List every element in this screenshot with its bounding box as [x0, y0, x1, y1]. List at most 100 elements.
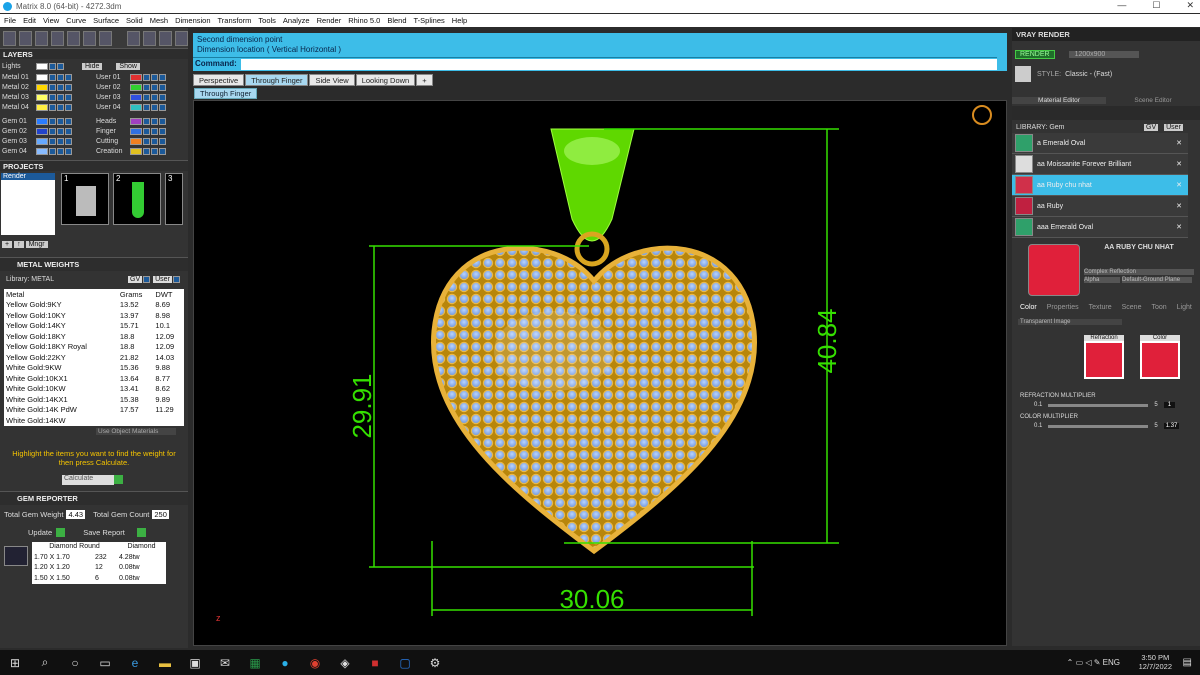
table-row[interactable]: White Gold:10KW 13.41 8.62: [4, 384, 184, 395]
store-icon[interactable]: ▣: [180, 656, 210, 670]
refraction-swatch[interactable]: [1084, 341, 1124, 379]
menu-item[interactable]: Help: [452, 16, 467, 25]
gv-lib-button[interactable]: GV: [1144, 124, 1159, 131]
layer-row[interactable]: Metal 03: [0, 92, 94, 102]
menu-item[interactable]: Solid: [126, 16, 143, 25]
table-row[interactable]: White Gold:10KX1 13.64 8.77: [4, 373, 184, 384]
col-slider[interactable]: [1048, 424, 1149, 428]
table-row[interactable]: White Gold:14KW: [4, 415, 184, 426]
eye-icon[interactable]: [151, 103, 158, 111]
menu-item[interactable]: Rhino 5.0: [348, 16, 380, 25]
table-row[interactable]: Yellow Gold:18KY 18.8 12.09: [4, 331, 184, 342]
select-icon[interactable]: [159, 103, 166, 111]
viewport-tab[interactable]: Looking Down: [355, 74, 416, 86]
property-tab[interactable]: Toon: [1151, 304, 1166, 311]
minimize-button[interactable]: —: [1117, 0, 1126, 11]
eye-icon[interactable]: [151, 147, 158, 155]
lock-icon[interactable]: [49, 73, 56, 81]
viewport-tab[interactable]: Side View: [309, 74, 355, 86]
select-icon[interactable]: [159, 137, 166, 145]
user-lib-button[interactable]: User: [1164, 124, 1183, 131]
lock-icon[interactable]: [49, 127, 56, 135]
table-row[interactable]: Yellow Gold:10KY 13.97 8.98: [4, 310, 184, 321]
project-thumbnail-1[interactable]: 1: [61, 173, 109, 225]
lock-icon[interactable]: [49, 137, 56, 145]
lock-icon[interactable]: [49, 93, 56, 101]
metal-table[interactable]: Metal Grams DWT Yellow Gold:9KY 13.52 8.69 Yel…: [4, 289, 184, 426]
update-button[interactable]: [56, 527, 66, 537]
lock-icon[interactable]: [143, 117, 150, 125]
close-button[interactable]: ✕: [1186, 0, 1194, 11]
save-report-button[interactable]: [136, 527, 146, 537]
subtab-through-finger[interactable]: Through Finger: [194, 88, 258, 99]
select-icon[interactable]: [65, 83, 72, 91]
tool-icon[interactable]: [143, 31, 156, 46]
property-tab[interactable]: Color: [1020, 304, 1037, 311]
render-button[interactable]: RENDER: [1015, 49, 1055, 59]
layer-color-swatch[interactable]: [36, 147, 48, 155]
eye-icon[interactable]: [151, 83, 158, 91]
remove-icon[interactable]: ✕: [1176, 181, 1182, 189]
viewport[interactable]: 40.84 29.91 30.06 z: [193, 100, 1007, 646]
layer-color-swatch[interactable]: [130, 83, 142, 91]
viewport-tab[interactable]: +: [416, 74, 433, 86]
menu-item[interactable]: Edit: [23, 16, 36, 25]
tool-icon[interactable]: [51, 31, 64, 46]
menu-item[interactable]: View: [43, 16, 59, 25]
menu-item[interactable]: Tools: [258, 16, 276, 25]
layer-row[interactable]: Finger: [94, 126, 188, 136]
table-row[interactable]: Yellow Gold:14KY 15.71 10.1: [4, 321, 184, 332]
tool-icon[interactable]: [67, 31, 80, 46]
complex-reflection[interactable]: Complex Reflection: [1084, 269, 1194, 275]
gv-button[interactable]: GV: [128, 276, 143, 283]
lock-icon[interactable]: [49, 62, 56, 70]
eye-icon[interactable]: [151, 73, 158, 81]
table-row[interactable]: 1.20 X 1.20 12 0.08tw: [32, 563, 166, 574]
hide-button[interactable]: Hide: [82, 62, 103, 70]
windows-start-icon[interactable]: ⊞: [0, 656, 30, 670]
table-row[interactable]: 1.50 X 1.50 6 0.08tw: [32, 573, 166, 584]
remove-icon[interactable]: ✕: [1176, 139, 1182, 147]
tab-scene-editor[interactable]: Scene Editor: [1106, 97, 1200, 104]
cortana-icon[interactable]: ○: [60, 656, 90, 670]
zalo-icon[interactable]: ▢: [390, 656, 420, 670]
menu-item[interactable]: Render: [317, 16, 342, 25]
layer-row[interactable]: Metal 01: [0, 72, 94, 82]
property-tab[interactable]: Properties: [1047, 304, 1079, 311]
settings-gear-icon[interactable]: ⚙: [420, 656, 450, 670]
project-thumbnail-2[interactable]: 2: [113, 173, 161, 225]
transparent-select[interactable]: Transparent Image: [1018, 319, 1122, 325]
select-icon[interactable]: [65, 147, 72, 155]
project-thumbnail-3[interactable]: 3: [165, 173, 183, 225]
layer-row[interactable]: Heads: [94, 116, 188, 126]
edge-icon[interactable]: e: [120, 656, 150, 670]
material-list[interactable]: a Emerald Oval ✕ aa Moissanite Forever Bri…: [1012, 133, 1188, 238]
layer-row[interactable]: Cutting: [94, 136, 188, 146]
user-toggle[interactable]: [172, 276, 180, 283]
menu-item[interactable]: Blend: [387, 16, 406, 25]
app-icon[interactable]: ◈: [330, 656, 360, 670]
lock-icon[interactable]: [143, 83, 150, 91]
eye-icon[interactable]: [57, 117, 64, 125]
select-icon[interactable]: [65, 127, 72, 135]
layer-row[interactable]: Gem 02: [0, 126, 94, 136]
layer-row[interactable]: Gem 03: [0, 136, 94, 146]
layer-color-swatch[interactable]: [130, 147, 142, 155]
viewport-tab[interactable]: Through Finger: [245, 74, 309, 86]
material-list-item[interactable]: aaa Emerald Oval ✕: [1012, 217, 1188, 238]
tab-material-editor[interactable]: Material Editor: [1012, 97, 1106, 104]
lock-icon[interactable]: [49, 83, 56, 91]
property-tab[interactable]: Texture: [1089, 304, 1112, 311]
use-object-materials[interactable]: Use Object Materials: [96, 427, 176, 435]
eye-icon[interactable]: [57, 147, 64, 155]
maximize-button[interactable]: ☐: [1152, 0, 1160, 11]
eye-icon[interactable]: [151, 127, 158, 135]
layer-color-swatch[interactable]: [130, 137, 142, 145]
render-size[interactable]: 1200x900: [1068, 50, 1139, 58]
layer-row[interactable]: User 04: [94, 102, 188, 112]
tool-icon[interactable]: [19, 31, 32, 46]
eye-icon[interactable]: [57, 62, 64, 70]
viewport-tab[interactable]: Perspective: [193, 74, 245, 86]
menu-item[interactable]: Analyze: [283, 16, 310, 25]
property-tab[interactable]: Scene: [1122, 304, 1142, 311]
